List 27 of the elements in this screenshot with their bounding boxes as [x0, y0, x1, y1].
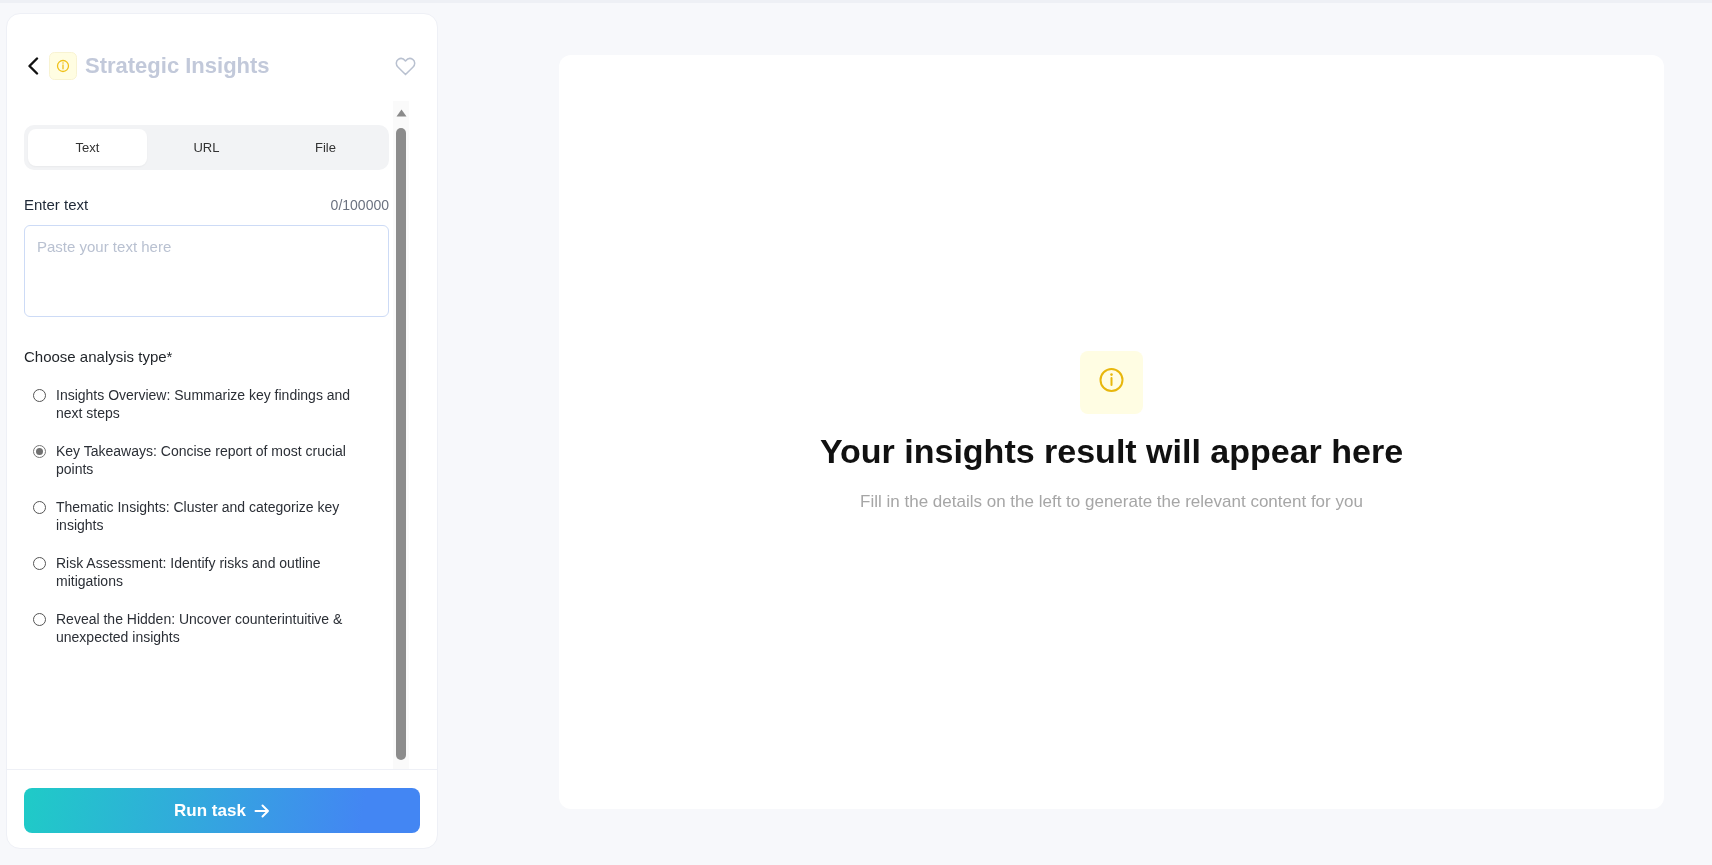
radio-button[interactable]	[33, 556, 46, 570]
arrow-right-icon	[253, 802, 270, 819]
character-counter: 0/100000	[330, 196, 389, 215]
scroll-up-arrow-icon[interactable]	[395, 109, 407, 117]
result-heading: Your insights result will appear here	[819, 430, 1404, 472]
tab[interactable]: File	[266, 129, 385, 166]
page-title: Strategic Insights	[85, 52, 270, 80]
option-label[interactable]: Risk Assessment: Identify risks and outline mitigations	[56, 553, 362, 591]
scrollbar-thumb[interactable]	[396, 128, 406, 760]
section-label: Choose analysis type*	[24, 346, 174, 367]
radio-button[interactable]	[33, 388, 46, 402]
tab[interactable]: URL	[147, 129, 266, 166]
field-label: Enter text	[24, 195, 89, 215]
text-input-field[interactable]: Paste your text here	[24, 224, 389, 317]
option-label[interactable]: Thematic Insights: Cluster and categorize key insights	[56, 497, 362, 535]
tab[interactable]: Text	[28, 129, 147, 166]
info-icon	[49, 52, 77, 80]
radio-button[interactable]	[33, 500, 46, 514]
result-subtitle: Fill in the details on the left to generate the relevant content for you	[860, 490, 1363, 513]
scrollbar[interactable]	[393, 101, 409, 769]
option-label[interactable]: Key Takeaways: Concise report of most crucial points	[56, 441, 362, 479]
info-icon	[1080, 350, 1143, 414]
chevron-left-icon[interactable]	[27, 57, 39, 75]
radio-button[interactable]	[33, 612, 46, 626]
option-label[interactable]: Reveal the Hidden: Uncover counterintuitive & unexpected insights	[56, 609, 362, 647]
option-label[interactable]: Insights Overview: Summarize key findings and next steps	[56, 385, 362, 423]
radio-button[interactable]	[33, 444, 46, 458]
